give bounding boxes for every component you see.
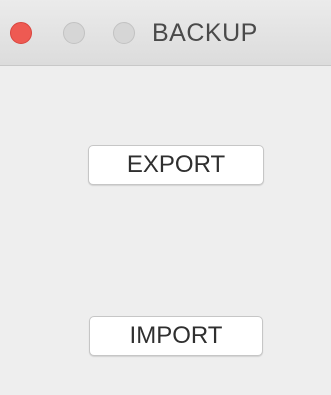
zoom-window-button[interactable] (113, 22, 135, 44)
backup-content: EXPORT IMPORT (0, 66, 331, 395)
import-button[interactable]: IMPORT (89, 316, 263, 356)
close-window-button[interactable] (10, 22, 32, 44)
window-title: BACKUP (152, 19, 258, 47)
export-button[interactable]: EXPORT (88, 145, 264, 185)
minimize-window-button[interactable] (63, 22, 85, 44)
title-bar[interactable]: BACKUP (0, 0, 331, 66)
backup-window: BACKUP EXPORT IMPORT (0, 0, 331, 395)
